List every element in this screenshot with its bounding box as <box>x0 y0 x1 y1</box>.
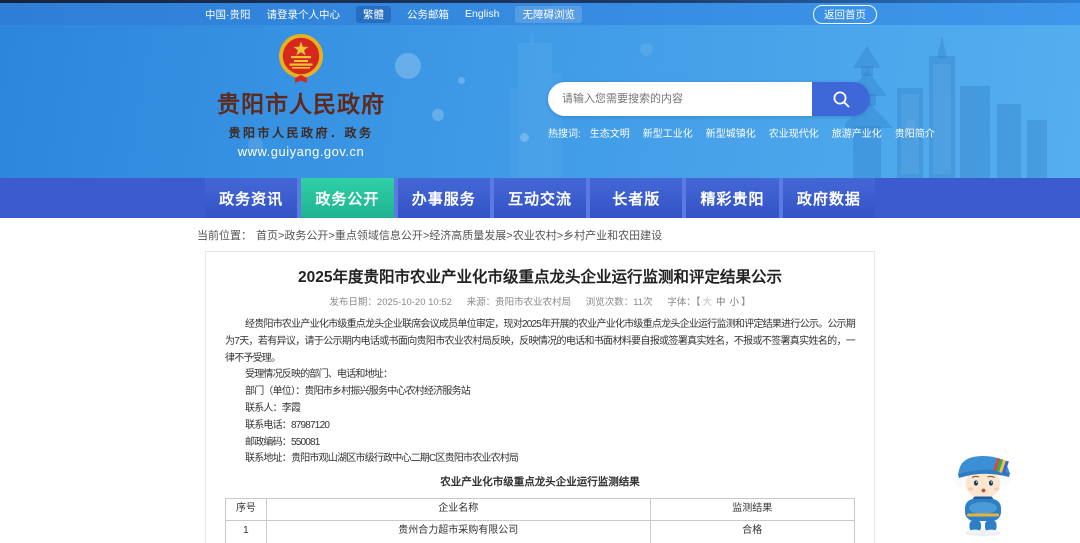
article-meta: 发布日期：2025-10-20 10:52 来源：贵阳市农业农村局 浏览次数：1… <box>225 294 855 308</box>
font-size-widget: 字体：【大中小】 <box>667 297 750 308</box>
back-home-button[interactable]: 返回首页 <box>813 4 877 24</box>
article-paragraph: 经贵阳市农业产业化市级重点龙头企业联席会议成员单位审定，现对2025年开展的农业… <box>225 319 856 364</box>
nav-item[interactable]: 政府数据 <box>782 178 875 218</box>
site-url: www.guiyang.gov.cn <box>237 144 365 159</box>
bokeh-dot <box>432 109 444 121</box>
breadcrumb-path[interactable]: 首页>政务公开>重点领域信息公开>经济高质量发展>农业农村>乡村产业和农田建设 <box>256 227 662 243</box>
page: 中国·贵阳 请登录个人中心 繁體 公务邮箱 English 无障碍浏览 返回首页 <box>0 0 1080 543</box>
hot-search-row: 热搜词: 生态文明 新型工业化 新型城镇化 农业现代化 旅游产业化 贵阳简介 <box>548 125 935 140</box>
topbar-official-mail[interactable]: 公务邮箱 <box>407 7 449 22</box>
search-box <box>548 82 870 116</box>
nav-item[interactable]: 长者版 <box>590 178 683 218</box>
contact-line: 联系电话：87987120 <box>245 419 330 431</box>
breadcrumb: 当前位置： 首页>政务公开>重点领域信息公开>经济高质量发展>农业农村>乡村产业… <box>0 218 1080 251</box>
nav-item[interactable]: 互动交流 <box>493 178 587 218</box>
hot-search-word[interactable]: 旅游产业化 <box>832 125 882 140</box>
search-button[interactable] <box>812 82 870 116</box>
search-area: 热搜词: 生态文明新型工业化新型城镇化农业现代化旅游产业化贵阳简介 <box>548 82 935 140</box>
main-nav-bar: 政务资讯 政务公开 办事服务 互动交流 长者版 精彩贵阳 政府数据 <box>0 178 1080 218</box>
table-cell: 合格 <box>649 519 856 543</box>
nav-item[interactable]: 政务公开 <box>301 178 394 218</box>
table-row: 1 贵州合力超市采购有限公司 合格 <box>225 519 856 543</box>
contact-line: 联系人：李霞 <box>245 402 301 414</box>
publish-date: 发布日期：2025-10-20 10:52 <box>329 297 452 308</box>
city-skyline-pagoda <box>845 36 1047 178</box>
font-size-option[interactable]: 小 <box>730 297 740 308</box>
breadcrumb-label: 当前位置： <box>197 229 252 242</box>
nav-item[interactable]: 办事服务 <box>397 178 490 218</box>
results-table-header-row: 序号 企业名称 监测结果 <box>225 497 856 521</box>
hot-search-word[interactable]: 农业现代化 <box>769 125 819 140</box>
article-card: 2025年度贵阳市农业产业化市级重点龙头企业运行监测和评定结果公示 发布日期：2… <box>205 251 875 543</box>
hot-search-label: 热搜词: <box>548 129 581 140</box>
article-body: 经贵阳市农业产业化市级重点龙头企业联席会议成员单位审定，现对2025年开展的农业… <box>225 317 856 543</box>
contact-intro: 受理情况反映的部门、电话和地址： <box>245 369 393 381</box>
view-count: 浏览次数：11次 <box>585 297 653 308</box>
font-size-label: 字体： <box>667 297 696 308</box>
font-size-controls: 大中小 <box>701 297 742 308</box>
bokeh-dot <box>640 43 653 56</box>
topbar-english[interactable]: English <box>465 8 499 20</box>
font-size-option[interactable]: 大 <box>703 297 713 308</box>
search-icon <box>833 91 849 107</box>
bracket-close: 】 <box>741 297 751 308</box>
contact-line: 联系地址：贵阳市观山湖区市级行政中心二期C区贵阳市农业农村局 <box>245 453 519 465</box>
mascot-assistant-icon[interactable] <box>948 450 1018 538</box>
topbar-inner: 中国·贵阳 请登录个人中心 繁體 公务邮箱 English 无障碍浏览 返回首页 <box>205 4 877 24</box>
contact-line: 邮政编码：550081 <box>245 436 320 448</box>
topbar: 中国·贵阳 请登录个人中心 繁體 公务邮箱 English 无障碍浏览 返回首页 <box>0 3 1080 25</box>
site-subtitle: 贵阳市人民政府．政务 <box>228 126 374 140</box>
table-header-cell: 序号 <box>225 497 267 521</box>
national-emblem-icon <box>279 34 323 83</box>
main-nav: 政务资讯 政务公开 办事服务 互动交流 长者版 精彩贵阳 政府数据 <box>205 178 875 218</box>
results-table: 序号企业名称监测结果 1贵州合力超市采购有限公司合格2贵州友禾种业有限公司合格3… <box>225 497 856 543</box>
search-input[interactable] <box>548 82 812 116</box>
nav-item[interactable]: 精彩贵阳 <box>686 178 779 218</box>
font-size-option[interactable]: 中 <box>716 297 726 308</box>
article-title: 2025年度贵阳市农业产业化市级重点龙头企业运行监测和评定结果公示 <box>298 269 782 286</box>
nav-item[interactable]: 政务资讯 <box>205 178 298 218</box>
table-cell: 1 <box>225 519 267 543</box>
hot-search-word[interactable]: 新型工业化 <box>643 125 693 140</box>
contact-lines: 部门（单位）：贵阳市乡村振兴服务中心农村经济服务站 联系人：李霞联系电话：8798… <box>225 384 855 468</box>
topbar-region[interactable]: 中国·贵阳 <box>205 7 251 22</box>
hot-search-word[interactable]: 新型城镇化 <box>706 125 756 140</box>
site-name: 贵阳市人民政府 <box>217 91 385 117</box>
table-header-cell: 监测结果 <box>649 497 856 521</box>
bokeh-dot <box>395 53 421 79</box>
bracket-open: 【 <box>695 297 701 308</box>
hot-search-words: 生态文明 新型工业化 新型城镇化 农业现代化 旅游产业化 贵阳简介 <box>590 125 935 140</box>
topbar-traditional-chinese[interactable]: 繁體 <box>356 5 391 23</box>
results-table-caption: 农业产业化市级重点龙头企业运行监测结果 <box>440 476 640 489</box>
site-logo[interactable]: 贵阳市人民政府 贵阳市人民政府．政务 www.guiyang.gov.cn <box>205 32 397 159</box>
results-table-body: 1贵州合力超市采购有限公司合格2贵州友禾种业有限公司合格3贵州黔五福食品有限公司… <box>225 519 856 543</box>
contact-line: 部门（单位）：贵阳市乡村振兴服务中心农村经济服务站 <box>245 386 471 398</box>
bokeh-dot <box>458 77 465 84</box>
topbar-accessibility[interactable]: 无障碍浏览 <box>515 5 582 23</box>
header-banner: 贵阳市人民政府 贵阳市人民政府．政务 www.guiyang.gov.cn 热搜… <box>0 25 1080 178</box>
table-header-cell: 企业名称 <box>265 497 651 521</box>
hot-search-word[interactable]: 生态文明 <box>590 125 630 140</box>
table-cell: 贵州合力超市采购有限公司 <box>265 519 651 543</box>
hot-search-word[interactable]: 贵阳简介 <box>895 125 935 140</box>
article-source: 来源：贵阳市农业农村局 <box>466 297 572 308</box>
topbar-login-link[interactable]: 请登录个人中心 <box>267 7 341 22</box>
